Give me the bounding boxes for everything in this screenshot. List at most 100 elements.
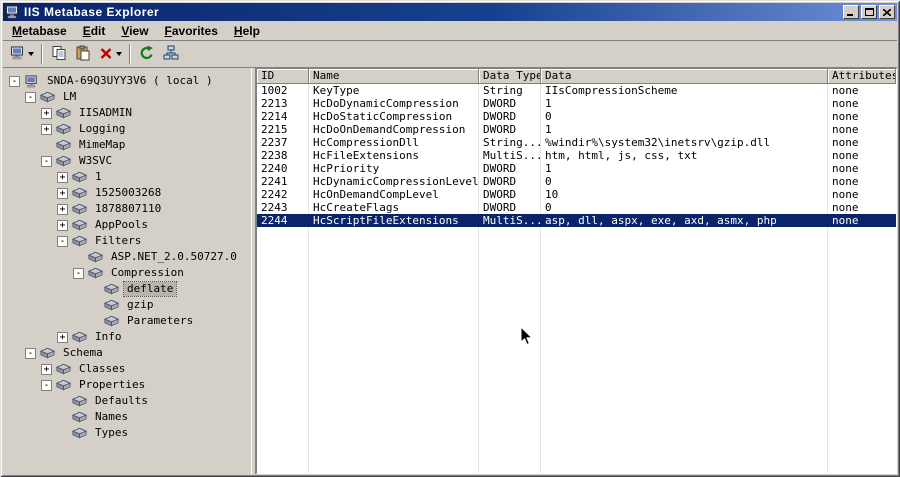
window-title: IIS Metabase Explorer bbox=[24, 5, 160, 19]
tree-item-schema[interactable]: - Schema bbox=[3, 345, 251, 361]
app-icon[interactable] bbox=[5, 5, 21, 19]
metabase-node-icon bbox=[56, 139, 72, 152]
network-button[interactable] bbox=[159, 43, 182, 65]
tree-item-logging[interactable]: + Logging bbox=[3, 121, 251, 137]
app-window: IIS Metabase Explorer Metabase Edit View… bbox=[0, 0, 900, 477]
metabase-node-icon bbox=[72, 187, 88, 200]
table-row[interactable]: 2214 HcDoStaticCompression DWORD 0 none bbox=[257, 110, 896, 123]
tree-item-w3svc[interactable]: - W3SVC bbox=[3, 153, 251, 169]
expand-toggle-icon[interactable]: - bbox=[73, 267, 84, 279]
tree-item-aspnet[interactable]: ASP.NET_2.0.50727.0 bbox=[3, 249, 251, 265]
minimize-button[interactable] bbox=[843, 5, 859, 19]
expand-toggle-icon[interactable]: + bbox=[41, 107, 52, 119]
tree-item-defaults[interactable]: Defaults bbox=[3, 393, 251, 409]
column-header-name[interactable]: Name bbox=[309, 69, 479, 84]
expand-toggle-icon[interactable]: + bbox=[41, 363, 52, 375]
table-row[interactable]: 1002 KeyType String IIsCompressionScheme non… bbox=[257, 84, 896, 97]
metabase-node-icon bbox=[56, 107, 72, 120]
table-row[interactable]: 2215 HcDoOnDemandCompression DWORD 1 none bbox=[257, 123, 896, 136]
expand-toggle-icon bbox=[89, 300, 100, 311]
tree-item-lm[interactable]: - LM bbox=[3, 89, 251, 105]
menu-help[interactable]: Help bbox=[226, 22, 268, 40]
main-content: - SNDA-69Q3UYY3V6 ( local ) - LM + IISAD… bbox=[3, 68, 897, 474]
metabase-node-icon bbox=[72, 203, 88, 216]
tree-item-types[interactable]: Types bbox=[3, 425, 251, 441]
expand-toggle-icon[interactable]: + bbox=[57, 203, 68, 215]
metabase-node-icon bbox=[104, 315, 120, 328]
tree-item-parameters[interactable]: Parameters bbox=[3, 313, 251, 329]
column-header-attributes[interactable]: Attributes bbox=[828, 69, 896, 84]
metabase-node-icon bbox=[72, 427, 88, 440]
tree-item-site-1525003268[interactable]: + 1525003268 bbox=[3, 185, 251, 201]
computer-icon bbox=[24, 75, 40, 88]
expand-toggle-icon[interactable]: + bbox=[41, 123, 52, 135]
table-header: ID Name Data Type Data Attributes bbox=[257, 69, 896, 84]
tree-item-site-1878807110[interactable]: + 1878807110 bbox=[3, 201, 251, 217]
maximize-button[interactable] bbox=[861, 5, 877, 19]
table-row[interactable]: 2241 HcDynamicCompressionLevel DWORD 0 none bbox=[257, 175, 896, 188]
column-header-id[interactable]: ID bbox=[257, 69, 309, 84]
metabase-node-icon bbox=[72, 395, 88, 408]
table-row-selected[interactable]: 2244 HcScriptFileExtensions MultiS... asp, … bbox=[257, 214, 896, 227]
tree-item-filters[interactable]: - Filters bbox=[3, 233, 251, 249]
expand-toggle-icon[interactable]: + bbox=[57, 331, 68, 343]
table-body: 1002 KeyType String IIsCompressionScheme non… bbox=[257, 84, 896, 473]
refresh-button[interactable] bbox=[135, 43, 158, 65]
metabase-tree-panel: - SNDA-69Q3UYY3V6 ( local ) - LM + IISAD… bbox=[3, 68, 251, 474]
tree-item-info[interactable]: + Info bbox=[3, 329, 251, 345]
table-row[interactable]: 2243 HcCreateFlags DWORD 0 none bbox=[257, 201, 896, 214]
metabase-node-icon bbox=[40, 347, 56, 360]
metabase-node-icon bbox=[88, 267, 104, 280]
expand-toggle-icon bbox=[57, 412, 68, 423]
tree-item-properties[interactable]: - Properties bbox=[3, 377, 251, 393]
expand-toggle-icon[interactable]: + bbox=[57, 171, 68, 183]
copy-button[interactable] bbox=[47, 43, 70, 65]
tree-item-gzip[interactable]: gzip bbox=[3, 297, 251, 313]
delete-button[interactable] bbox=[95, 43, 125, 65]
expand-toggle-icon[interactable]: - bbox=[9, 75, 20, 87]
menu-edit[interactable]: Edit bbox=[75, 22, 114, 40]
column-header-data-type[interactable]: Data Type bbox=[479, 69, 541, 84]
metabase-node-icon bbox=[56, 123, 72, 136]
table-row[interactable]: 2242 HcOnDemandCompLevel DWORD 10 none bbox=[257, 188, 896, 201]
titlebar: IIS Metabase Explorer bbox=[3, 3, 897, 21]
column-header-data[interactable]: Data bbox=[541, 69, 828, 84]
menu-metabase[interactable]: Metabase bbox=[4, 22, 75, 40]
table-row[interactable]: 2237 HcCompressionDll String... %windir%\sy… bbox=[257, 136, 896, 149]
dropdown-arrow-icon bbox=[116, 52, 122, 56]
tree-item-names[interactable]: Names bbox=[3, 409, 251, 425]
expand-toggle-icon[interactable]: - bbox=[57, 235, 68, 247]
tree-item-apppools[interactable]: + AppPools bbox=[3, 217, 251, 233]
tree-item-compression[interactable]: - Compression bbox=[3, 265, 251, 281]
expand-toggle-icon[interactable]: + bbox=[57, 219, 68, 231]
close-button[interactable] bbox=[879, 5, 895, 19]
tree-item-local-computer[interactable]: - SNDA-69Q3UYY3V6 ( local ) bbox=[3, 73, 251, 89]
expand-toggle-icon bbox=[57, 396, 68, 407]
toolbar-separator bbox=[129, 44, 131, 64]
expand-toggle-icon[interactable]: - bbox=[25, 347, 36, 359]
expand-toggle-icon[interactable]: - bbox=[41, 379, 52, 391]
copy-icon bbox=[51, 45, 67, 64]
menu-bar: Metabase Edit View Favorites Help bbox=[3, 21, 897, 41]
metabase-node-icon bbox=[104, 283, 120, 296]
metabase-node-icon bbox=[72, 235, 88, 248]
metabase-node-icon bbox=[72, 331, 88, 344]
properties-list-panel: ID Name Data Type Data Attributes 1002 Ke… bbox=[256, 68, 897, 474]
tree-item-deflate[interactable]: deflate bbox=[3, 281, 251, 297]
tree-item-classes[interactable]: + Classes bbox=[3, 361, 251, 377]
menu-favorites[interactable]: Favorites bbox=[157, 22, 226, 40]
expand-toggle-icon[interactable]: - bbox=[25, 91, 36, 103]
paste-button[interactable] bbox=[71, 43, 94, 65]
expand-toggle-icon[interactable]: + bbox=[57, 187, 68, 199]
tree-item-mimemap[interactable]: MimeMap bbox=[3, 137, 251, 153]
table-row[interactable]: 2238 HcFileExtensions MultiS... htm, html, … bbox=[257, 149, 896, 162]
tree-item-site-1[interactable]: + 1 bbox=[3, 169, 251, 185]
connect-button[interactable] bbox=[7, 43, 37, 65]
table-row[interactable]: 2240 HcPriority DWORD 1 none bbox=[257, 162, 896, 175]
tree-item-iisadmin[interactable]: + IISADMIN bbox=[3, 105, 251, 121]
computer-icon bbox=[10, 46, 26, 63]
expand-toggle-icon[interactable]: - bbox=[41, 155, 52, 167]
table-row[interactable]: 2213 HcDoDynamicCompression DWORD 1 none bbox=[257, 97, 896, 110]
menu-view[interactable]: View bbox=[113, 22, 156, 40]
expand-toggle-icon bbox=[57, 428, 68, 439]
